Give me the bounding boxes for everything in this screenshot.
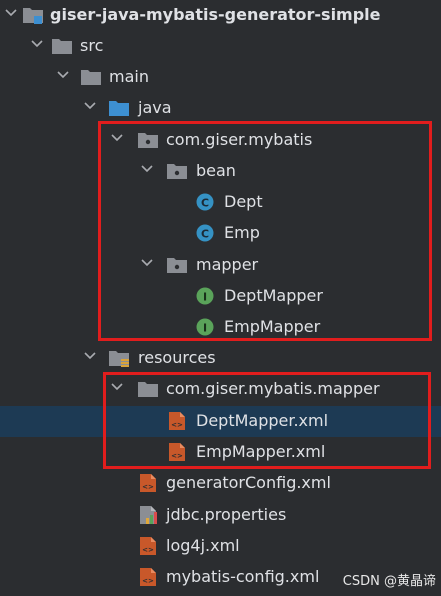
- tree-row-resources[interactable]: resources: [0, 343, 441, 374]
- tree-row-main[interactable]: main: [0, 62, 441, 93]
- svg-text:<>: <>: [142, 577, 154, 585]
- bean-label: bean: [196, 161, 236, 180]
- interface-icon: I: [195, 317, 217, 337]
- svg-text:I: I: [203, 291, 207, 304]
- chevron-down-icon[interactable]: [30, 37, 44, 51]
- tree-row-emp-mapper[interactable]: I EmpMapper: [0, 312, 441, 343]
- chevron-down-icon[interactable]: [110, 380, 124, 394]
- tree-row-bean[interactable]: bean: [0, 156, 441, 187]
- watermark-text: CSDN @黄晶谛: [342, 574, 436, 589]
- module-folder-icon: [22, 5, 44, 25]
- tree-row-dept-mapper-xml[interactable]: <> DeptMapper.xml: [0, 406, 441, 437]
- xml-file-icon: <>: [166, 442, 188, 462]
- tree-row-dept-mapper[interactable]: I DeptMapper: [0, 281, 441, 312]
- package-icon: [166, 161, 188, 181]
- tree-row-mapper[interactable]: mapper: [0, 250, 441, 281]
- src-label: src: [80, 36, 104, 55]
- log4j-label: log4j.xml: [166, 536, 240, 555]
- resource-package-label: com.giser.mybatis.mapper: [166, 379, 380, 398]
- tree-row-package[interactable]: com.giser.mybatis: [0, 125, 441, 156]
- main-label: main: [109, 67, 149, 86]
- svg-text:<>: <>: [142, 546, 154, 554]
- package-icon: [166, 255, 188, 275]
- generator-config-label: generatorConfig.xml: [166, 473, 331, 492]
- chevron-down-icon[interactable]: [83, 99, 97, 113]
- chevron-down-icon[interactable]: [140, 256, 154, 270]
- tree-row-resource-package[interactable]: com.giser.mybatis.mapper: [0, 374, 441, 405]
- tree-row-emp-class[interactable]: C Emp: [0, 218, 441, 249]
- class-icon: C: [195, 192, 217, 212]
- chevron-down-icon[interactable]: [140, 162, 154, 176]
- project-root-label: giser-java-mybatis-generator-simple: [50, 5, 381, 24]
- xml-file-icon: <>: [166, 411, 188, 431]
- class-icon: C: [195, 223, 217, 243]
- tree-row-src[interactable]: src: [0, 31, 441, 62]
- source-folder-icon: [108, 98, 130, 118]
- chevron-down-icon[interactable]: [4, 6, 18, 20]
- tree-row-java[interactable]: java: [0, 93, 441, 124]
- emp-mapper-xml-label: EmpMapper.xml: [196, 442, 326, 461]
- chevron-down-icon[interactable]: [110, 131, 124, 145]
- xml-file-icon: <>: [137, 536, 159, 556]
- package-label: com.giser.mybatis: [166, 130, 313, 149]
- svg-text:<>: <>: [171, 452, 183, 460]
- xml-file-icon: <>: [137, 473, 159, 493]
- xml-file-icon: <>: [137, 567, 159, 587]
- folder-icon: [80, 67, 102, 87]
- project-tree: giser-java-mybatis-generator-simple src …: [0, 0, 441, 596]
- tree-row-project-root[interactable]: giser-java-mybatis-generator-simple: [0, 0, 441, 31]
- properties-file-icon: [137, 505, 159, 525]
- dept-mapper-label: DeptMapper: [224, 286, 323, 305]
- folder-icon: [51, 36, 73, 56]
- emp-class-label: Emp: [224, 223, 260, 242]
- svg-text:<>: <>: [171, 421, 183, 429]
- tree-row-dept-class[interactable]: C Dept: [0, 187, 441, 218]
- chevron-down-icon[interactable]: [83, 349, 97, 363]
- chevron-down-icon[interactable]: [56, 68, 70, 82]
- package-icon: [137, 130, 159, 150]
- dept-mapper-xml-label: DeptMapper.xml: [196, 411, 329, 430]
- jdbc-properties-label: jdbc.properties: [166, 505, 287, 524]
- folder-icon: [137, 379, 159, 399]
- emp-mapper-label: EmpMapper: [224, 317, 321, 336]
- svg-text:C: C: [201, 197, 209, 210]
- tree-row-emp-mapper-xml[interactable]: <> EmpMapper.xml: [0, 437, 441, 468]
- interface-icon: I: [195, 286, 217, 306]
- tree-row-jdbc-properties[interactable]: jdbc.properties: [0, 500, 441, 531]
- resources-label: resources: [138, 348, 216, 367]
- svg-text:<>: <>: [142, 483, 154, 491]
- tree-row-log4j[interactable]: <> log4j.xml: [0, 531, 441, 562]
- mapper-label: mapper: [196, 255, 259, 274]
- tree-row-generator-config[interactable]: <> generatorConfig.xml: [0, 468, 441, 499]
- dept-class-label: Dept: [224, 192, 263, 211]
- svg-text:C: C: [201, 228, 209, 241]
- svg-text:I: I: [203, 322, 207, 335]
- resources-folder-icon: [108, 348, 130, 368]
- java-label: java: [138, 98, 172, 117]
- mybatis-config-label: mybatis-config.xml: [166, 567, 320, 586]
